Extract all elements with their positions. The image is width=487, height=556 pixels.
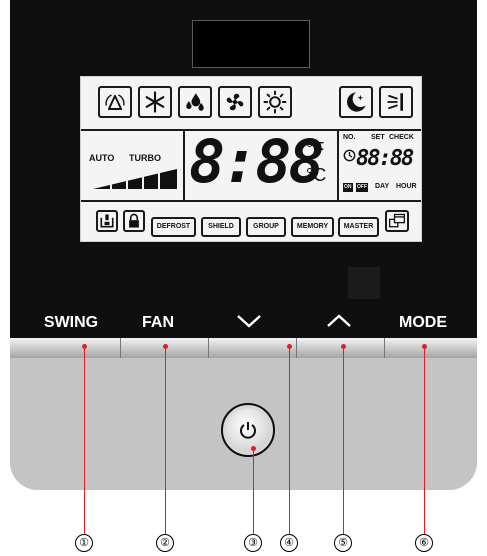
memory-indicator: MEMORY [291, 217, 334, 237]
remote-controller-panel: AUTO TURBO 8:88 °F °C NO. SET CHECK 88:8… [10, 0, 477, 490]
swing-button-label: SWING [43, 314, 99, 331]
power-icon [240, 422, 256, 439]
sensor-window [348, 267, 380, 299]
callout-line-1 [84, 346, 85, 534]
callout-number-6: ⑥ [415, 534, 433, 552]
auto-label: AUTO [89, 153, 115, 163]
fan-icon [218, 86, 252, 118]
check-label: CHECK [389, 134, 414, 141]
up-arrow-icon [327, 314, 351, 327]
callout-number-2: ② [156, 534, 174, 552]
callout-dot-4 [287, 344, 292, 349]
callout-number-5: ⑤ [334, 534, 352, 552]
lock-icon [123, 210, 145, 232]
callout-line-6 [424, 346, 425, 534]
down-arrow-icon [237, 315, 261, 328]
callout-dot-5 [341, 344, 346, 349]
panel-upper-black: AUTO TURBO 8:88 °F °C NO. SET CHECK 88:8… [10, 0, 477, 338]
callout-line-5 [343, 346, 344, 534]
dry-icon [178, 86, 212, 118]
button-divider [384, 338, 385, 358]
button-divider [120, 338, 121, 358]
window-icon [385, 210, 409, 232]
button-divider [208, 338, 209, 358]
up-button[interactable] [296, 338, 384, 358]
lcd-divider-bottom [81, 200, 421, 202]
callout-line-4 [289, 346, 290, 534]
fahrenheit-unit: °F [306, 139, 325, 159]
ir-receiver-window [192, 20, 310, 68]
down-button[interactable] [208, 338, 296, 358]
timer-display: 88:88 [356, 146, 414, 171]
filter-icon [96, 210, 118, 232]
master-indicator: MASTER [338, 217, 379, 237]
no-label: NO. [343, 134, 356, 141]
callout-line-2 [165, 346, 166, 534]
on-indicator: ON [343, 183, 353, 192]
lcd-divider-left [183, 129, 185, 202]
heat-icon [258, 86, 292, 118]
button-strip [10, 338, 477, 358]
swing-icon [379, 86, 413, 118]
fan-speed-bar-icon [93, 169, 177, 191]
celsius-unit: °C [306, 165, 327, 185]
auto-mode-icon [98, 86, 132, 118]
fan-button-label: FAN [142, 314, 174, 331]
callout-number-4: ④ [280, 534, 298, 552]
callout-line-3 [253, 448, 254, 534]
mode-button-label: MODE [399, 314, 447, 331]
sleep-icon [339, 86, 373, 118]
swing-button[interactable] [34, 338, 120, 358]
callout-number-1: ① [75, 534, 93, 552]
turbo-label: TURBO [129, 153, 161, 163]
callout-dot-6 [422, 344, 427, 349]
day-label: DAY [375, 183, 390, 190]
cool-icon [138, 86, 172, 118]
callout-number-3: ③ [244, 534, 262, 552]
set-label: SET [371, 134, 385, 141]
button-divider [296, 338, 297, 358]
callout-dot-2 [163, 344, 168, 349]
lcd-divider-right [337, 129, 339, 202]
defrost-indicator: DEFROST [151, 217, 196, 237]
shield-indicator: SHIELD [201, 217, 241, 237]
callout-dot-1 [82, 344, 87, 349]
temperature-display: 8:88 [189, 127, 324, 197]
lcd-display: AUTO TURBO 8:88 °F °C NO. SET CHECK 88:8… [80, 76, 422, 242]
power-button[interactable] [221, 403, 275, 457]
group-indicator: GROUP [246, 217, 286, 237]
mode-button[interactable] [384, 338, 470, 358]
off-indicator: OFF [356, 183, 368, 192]
callout-dot-3 [251, 446, 256, 451]
hour-label: HOUR [396, 183, 417, 190]
clock-icon [343, 149, 356, 162]
